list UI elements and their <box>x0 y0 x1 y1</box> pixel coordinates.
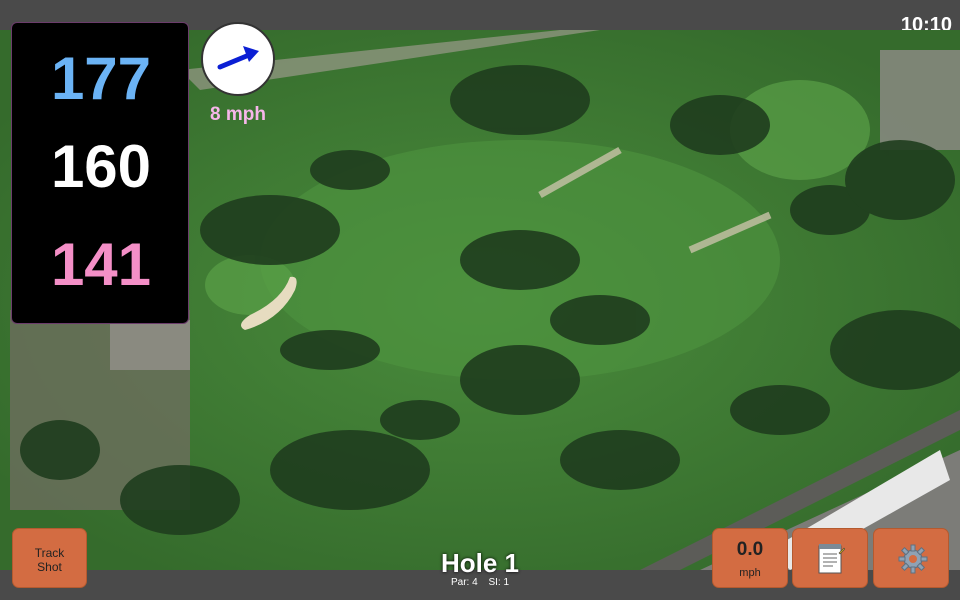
wind-arrow-icon <box>217 46 259 70</box>
speed-unit: mph <box>739 567 761 579</box>
notes-button[interactable] <box>792 528 868 588</box>
front-yardage: 141 <box>50 231 152 298</box>
track-shot-label-2: Shot <box>37 560 62 574</box>
hole-info: Par: 4 SI: 1 <box>380 577 580 588</box>
wind-indicator <box>201 22 275 96</box>
settings-button[interactable] <box>873 528 949 588</box>
yardage-panel: 177 160 141 <box>11 22 189 324</box>
hole-stroke-index: SI: 1 <box>488 577 510 588</box>
middle-yardage: 160 <box>50 133 152 200</box>
hole-title: Hole 1 <box>440 548 520 578</box>
notepad-icon <box>818 544 845 574</box>
gear-icon <box>898 544 928 574</box>
track-shot-button[interactable]: Track Shot <box>12 528 87 588</box>
wind-speed: 8 mph <box>210 104 266 125</box>
speed-button[interactable]: 0.0 mph <box>712 528 788 588</box>
hole-par: Par: 4 <box>450 577 478 588</box>
back-yardage: 177 <box>50 45 152 112</box>
track-shot-label-1: Track <box>34 546 65 560</box>
speed-value: 0.0 <box>736 539 764 560</box>
